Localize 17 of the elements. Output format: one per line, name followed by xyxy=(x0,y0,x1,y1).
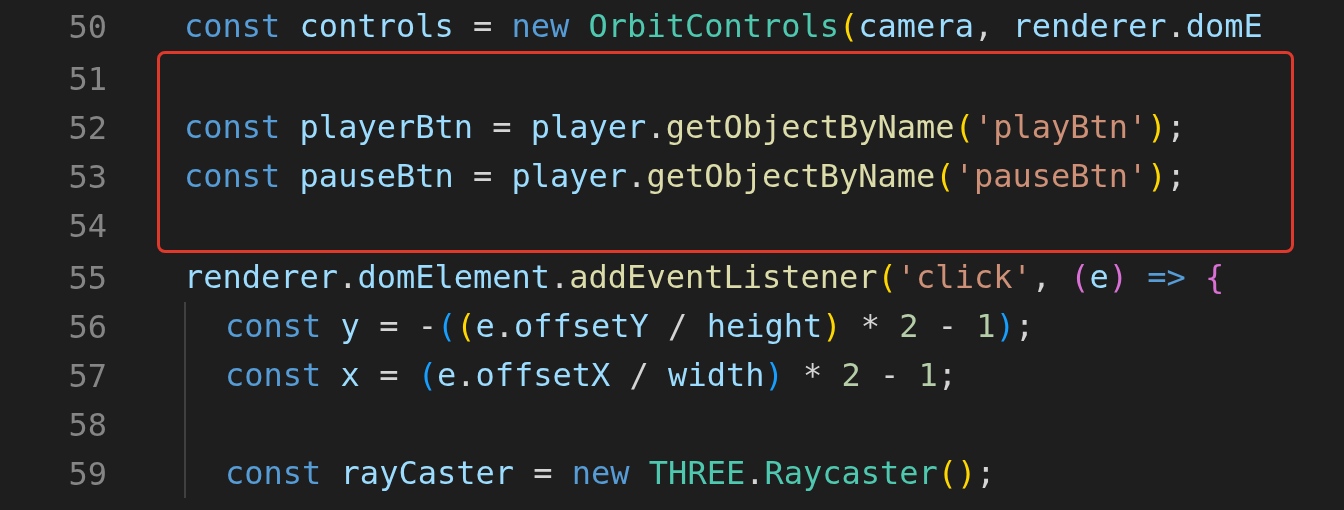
code-line: const rayCaster = new THREE.Raycaster(); xyxy=(225,454,996,493)
line-number: 59 xyxy=(67,454,107,493)
line-number: 52 xyxy=(67,108,107,147)
line-number: 54 xyxy=(67,206,107,245)
code-line: const playerBtn = player.getObjectByName('playBtn'); xyxy=(184,108,1186,147)
line-number: 51 xyxy=(67,59,107,98)
line-number: 53 xyxy=(67,157,107,196)
line-number: 58 xyxy=(67,405,107,444)
code-line: const x = (e.offsetX / width) * 2 - 1; xyxy=(225,356,958,395)
code-line: const pauseBtn = player.getObjectByName('pauseBtn'); xyxy=(184,157,1186,196)
code-line: const y = -((e.offsetY / height) * 2 - 1); xyxy=(225,307,1035,346)
code-line: const controls = new OrbitControls(camera, renderer.domE xyxy=(184,7,1263,46)
line-number: 56 xyxy=(67,307,107,346)
line-number: 50 xyxy=(67,7,107,46)
line-number: 57 xyxy=(67,356,107,395)
line-number: 55 xyxy=(67,258,107,297)
code-line: renderer.domElement.addEventListener('click', (e) => { xyxy=(184,258,1225,297)
